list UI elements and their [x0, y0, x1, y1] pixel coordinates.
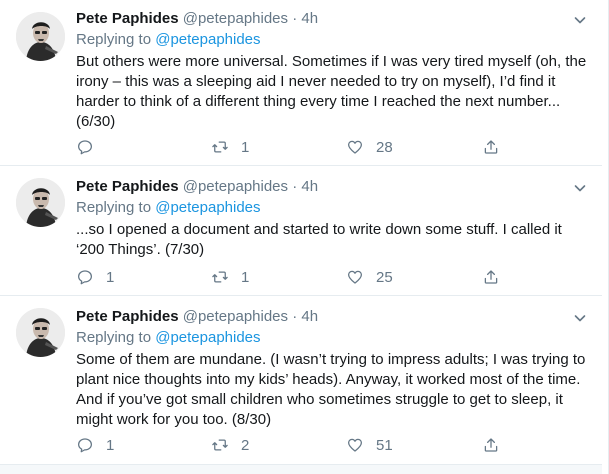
- tweet[interactable]: Pete Paphides @petepaphides · 4h Replyin…: [0, 0, 602, 166]
- replying-to: Replying to @petepaphides: [76, 328, 261, 348]
- like-count: 51: [376, 436, 393, 454]
- retweet-button[interactable]: 1: [211, 267, 249, 287]
- like-button[interactable]: 28: [346, 137, 393, 157]
- reply-icon: [76, 268, 94, 286]
- share-icon: [482, 436, 500, 454]
- reply-icon: [76, 138, 94, 156]
- tweet-header: Pete Paphides @petepaphides · 4h: [76, 9, 318, 29]
- reply-button[interactable]: [76, 137, 106, 157]
- tweet-text: ...so I opened a document and started to…: [76, 221, 562, 258]
- display-name[interactable]: Pete Paphides: [76, 178, 179, 195]
- like-button[interactable]: 51: [346, 435, 393, 455]
- retweet-icon: [211, 268, 229, 286]
- share-button[interactable]: [482, 267, 500, 287]
- like-count: 25: [376, 268, 393, 286]
- reply-button[interactable]: 1: [76, 435, 114, 455]
- replying-to-handle[interactable]: @petepaphides: [155, 329, 260, 346]
- reply-count: 1: [106, 436, 115, 454]
- avatar[interactable]: [16, 178, 65, 227]
- tweet[interactable]: Pete Paphides @petepaphides · 4h Replyin…: [0, 296, 602, 465]
- timestamp[interactable]: 4h: [301, 308, 318, 325]
- tweet-thread: Pete Paphides @petepaphides · 4h Replyin…: [0, 0, 609, 474]
- chevron-down-icon[interactable]: [572, 180, 588, 196]
- replying-to-label: Replying to: [76, 329, 152, 346]
- tweet-actions: 1 28: [76, 137, 516, 157]
- replying-to-handle[interactable]: @petepaphides: [155, 31, 260, 48]
- replying-to-label: Replying to: [76, 199, 152, 216]
- display-name[interactable]: Pete Paphides: [76, 10, 179, 27]
- replying-to: Replying to @petepaphides: [76, 198, 261, 218]
- user-handle[interactable]: @petepaphides: [183, 308, 288, 325]
- separator-dot: ·: [292, 308, 298, 325]
- heart-icon: [346, 268, 364, 286]
- chevron-down-icon[interactable]: [572, 310, 588, 326]
- share-button[interactable]: [482, 137, 500, 157]
- share-icon: [482, 268, 500, 286]
- retweet-count: 2: [241, 436, 250, 454]
- tweet-actions: 1 1 25: [76, 267, 516, 287]
- retweet-icon: [211, 436, 229, 454]
- heart-icon: [346, 138, 364, 156]
- share-button[interactable]: [482, 435, 500, 455]
- user-handle[interactable]: @petepaphides: [183, 178, 288, 195]
- retweet-button[interactable]: 2: [211, 435, 249, 455]
- reply-icon: [76, 436, 94, 454]
- separator-dot: ·: [292, 178, 298, 195]
- reply-button[interactable]: 1: [76, 267, 114, 287]
- timestamp[interactable]: 4h: [301, 178, 318, 195]
- tweet-header: Pete Paphides @petepaphides · 4h: [76, 307, 318, 327]
- avatar[interactable]: [16, 308, 65, 357]
- user-handle[interactable]: @petepaphides: [183, 10, 288, 27]
- replying-to: Replying to @petepaphides: [76, 30, 261, 50]
- separator-dot: ·: [292, 10, 298, 27]
- retweet-count: 1: [241, 268, 250, 286]
- retweet-count: 1: [241, 138, 250, 156]
- timeline-gap: [0, 465, 602, 474]
- like-count: 28: [376, 138, 393, 156]
- replying-to-label: Replying to: [76, 31, 152, 48]
- avatar[interactable]: [16, 12, 65, 61]
- tweet[interactable]: Pete Paphides @petepaphides · 4h Replyin…: [0, 166, 602, 296]
- tweet-text: Some of them are mundane. (I wasn’t tryi…: [76, 351, 586, 428]
- heart-icon: [346, 436, 364, 454]
- display-name[interactable]: Pete Paphides: [76, 308, 179, 325]
- tweet-text: But others were more universal. Sometime…: [76, 53, 587, 130]
- tweet-header: Pete Paphides @petepaphides · 4h: [76, 177, 318, 197]
- timestamp[interactable]: 4h: [301, 10, 318, 27]
- share-icon: [482, 138, 500, 156]
- tweet-actions: 1 2 51: [76, 435, 516, 455]
- replying-to-handle[interactable]: @petepaphides: [155, 199, 260, 216]
- retweet-icon: [211, 138, 229, 156]
- chevron-down-icon[interactable]: [572, 12, 588, 28]
- reply-count: 1: [106, 268, 115, 286]
- retweet-button[interactable]: 1: [211, 137, 249, 157]
- like-button[interactable]: 25: [346, 267, 393, 287]
